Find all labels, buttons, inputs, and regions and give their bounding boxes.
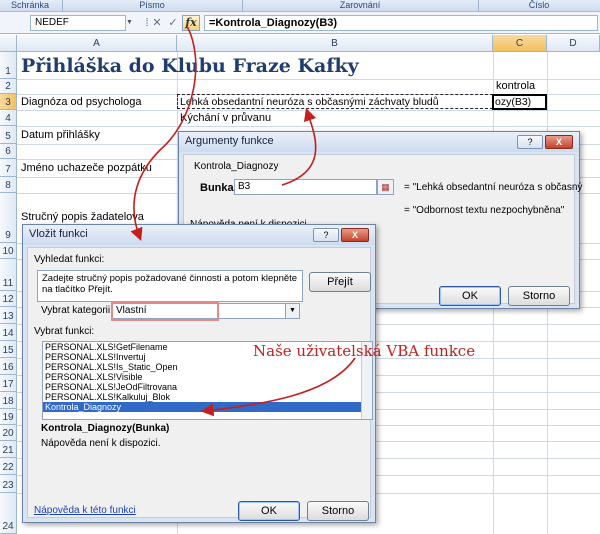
range-collapse-icon[interactable]: ▦ [377, 179, 394, 195]
insert-function-button[interactable]: fx [182, 15, 200, 31]
help-button[interactable]: ? [517, 135, 543, 149]
go-button[interactable]: Přejít [309, 272, 371, 292]
cell-b4[interactable]: Kýchání v průvanu [180, 112, 271, 124]
copy-marquee [177, 94, 493, 109]
row-header[interactable]: 15 [0, 341, 17, 358]
argument-value-preview: = "Lehká obsedantní neuróza s občasný [404, 182, 583, 193]
ribbon-divider [242, 0, 243, 12]
cell-a5[interactable]: Datum přihlášky [21, 129, 100, 141]
select-all-corner[interactable] [0, 35, 17, 52]
chevron-down-icon[interactable]: ▼ [126, 15, 136, 31]
formula-result: = "Odbornost textu nezpochybněna" [404, 205, 565, 216]
row-header[interactable]: 22 [0, 458, 17, 475]
cell-c2[interactable]: kontrola [496, 80, 535, 92]
search-label: Vyhledat funkci: [34, 254, 105, 265]
active-cell-border [492, 94, 547, 110]
formula-input[interactable]: =Kontrola_Diagnozy(B3) [204, 15, 598, 31]
row-header[interactable]: 3 [0, 94, 17, 110]
argument-label: Bunka [200, 182, 234, 194]
function-list-label: Vybrat funkci: [34, 326, 95, 337]
close-button[interactable]: X [545, 135, 573, 149]
row-header[interactable]: 4 [0, 110, 17, 126]
row-header[interactable]: 5 [0, 126, 17, 144]
dialog-body: Vyhledat funkci: Zadejte stručný popis p… [27, 247, 373, 521]
row-header[interactable]: 11 [0, 259, 17, 291]
row-header[interactable]: 18 [0, 392, 17, 409]
formula-bar: NEDEF ▼ ⁞ ✕ ✓ fx =Kontrola_Diagnozy(B3) [0, 12, 600, 34]
cell-a3[interactable]: Diagnóza od psychologa [21, 96, 141, 108]
row-header[interactable]: 21 [0, 441, 17, 458]
chevron-down-icon[interactable]: ▼ [285, 303, 300, 319]
annotation-text: Naše uživatelská VBA funkce [253, 342, 476, 360]
column-header-a[interactable]: A [17, 35, 177, 52]
category-highlight [111, 301, 219, 321]
column-headers: A B C D [0, 35, 600, 52]
ribbon-group-font[interactable]: Písmo [64, 0, 240, 12]
function-signature: Kontrola_Diagnozy(Bunka) [41, 423, 170, 434]
row-header[interactable]: 12 [0, 291, 17, 307]
row-header[interactable]: 9 [0, 193, 17, 243]
search-input[interactable]: Zadejte stručný popis požadované činnost… [37, 270, 303, 302]
name-box[interactable]: NEDEF [30, 15, 126, 31]
ribbon-group-clipboard[interactable]: Schránka [0, 0, 60, 12]
cell-a9[interactable]: Stručný popis žadatelova [21, 211, 144, 223]
column-header-c[interactable]: C [493, 35, 547, 52]
list-item[interactable]: PERSONAL.XLS!JeOdFiltrovana [43, 382, 372, 392]
cancel-button[interactable]: Storno [508, 286, 570, 306]
row-header[interactable]: 6 [0, 144, 17, 159]
function-name: Kontrola_Diagnozy [194, 161, 279, 172]
row-header[interactable]: 7 [0, 159, 17, 177]
list-item[interactable]: PERSONAL.XLS!Is_Static_Open [43, 362, 372, 372]
row-header[interactable]: 13 [0, 307, 17, 324]
row-header[interactable]: 19 [0, 409, 17, 425]
sheet-title-cell[interactable]: Přihláška do Klubu Fraze Kafky [21, 55, 359, 77]
help-text: Nápověda není k dispozici. [41, 438, 161, 449]
row-header[interactable]: 23 [0, 475, 17, 493]
list-item[interactable]: PERSONAL.XLS!Visible [43, 372, 372, 382]
row-header[interactable]: 16 [0, 358, 17, 375]
ribbon-divider [62, 0, 63, 12]
list-item-selected[interactable]: Kontrola_Diagnozy [43, 402, 372, 412]
row-header[interactable]: 10 [0, 243, 17, 259]
insert-function-dialog: Vložit funkci ? X Vyhledat funkci: Zadej… [22, 224, 376, 523]
cancel-entry-icon[interactable]: ✕ [150, 16, 164, 30]
ribbon-group-number[interactable]: Číslo [480, 0, 598, 12]
ribbon-divider [478, 0, 479, 12]
row-header[interactable]: 2 [0, 79, 17, 94]
close-button[interactable]: X [341, 228, 369, 242]
ok-button[interactable]: OK [238, 501, 300, 521]
ok-button[interactable]: OK [439, 286, 501, 306]
row-header[interactable]: 20 [0, 425, 17, 441]
help-button[interactable]: ? [313, 228, 339, 242]
column-header-b[interactable]: B [177, 35, 493, 52]
ribbon-group-strip: Schránka Písmo Zarovnání Číslo [0, 0, 600, 12]
cell-a7[interactable]: Jméno uchazeče pozpátku [21, 162, 152, 174]
list-item[interactable]: PERSONAL.XLS!Kalkuluj_Blok [43, 392, 372, 402]
row-header[interactable]: 8 [0, 177, 17, 193]
column-header-d[interactable]: D [547, 35, 600, 52]
row-header[interactable]: 14 [0, 324, 17, 341]
category-label: Vybrat kategorii: [41, 305, 113, 316]
row-header[interactable]: 17 [0, 375, 17, 392]
cancel-button[interactable]: Storno [307, 501, 369, 521]
row-header[interactable]: 1 [0, 52, 17, 79]
argument-input[interactable]: B3 [234, 179, 377, 195]
ribbon-group-alignment[interactable]: Zarovnání [244, 0, 476, 12]
confirm-entry-icon[interactable]: ✓ [166, 16, 180, 30]
help-link[interactable]: Nápověda k této funkci [34, 505, 136, 516]
row-header[interactable]: 24 [0, 493, 17, 534]
